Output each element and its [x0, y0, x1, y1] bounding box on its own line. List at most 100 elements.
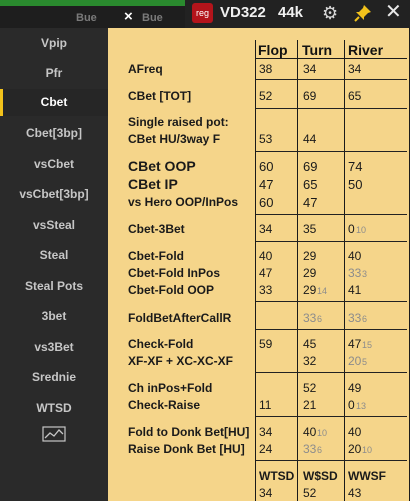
raise-donk-turn: 33 [303, 442, 317, 456]
cbet-fold-oop-river: 41 [348, 283, 362, 297]
check-raise-turn: 21 [303, 398, 317, 412]
row-label-check-fold: Check-Fold [128, 337, 194, 351]
sidebar-item-cbet[interactable]: Cbet [0, 89, 108, 116]
cbet-fold-turn: 29 [303, 249, 317, 263]
cbet-ip-flop: 47 [259, 177, 274, 192]
footer-value-wwsf: 43 [348, 486, 362, 500]
cbet-oop-turn: 69 [303, 159, 318, 174]
cbet-fold-flop: 40 [259, 249, 273, 263]
player-type-badge: reg [192, 3, 213, 23]
row-separator [256, 151, 407, 152]
background-tab: Bue [76, 12, 97, 24]
sidebar-item-vscbet-3bp[interactable]: vsCbet[3bp] [0, 187, 108, 201]
row-separator [256, 214, 407, 215]
xf-xc-river-sample: 5 [362, 357, 368, 367]
column-divider [255, 40, 256, 501]
header-underline [256, 58, 407, 59]
row-separator [256, 372, 407, 373]
check-fold-river: 47 [348, 337, 362, 351]
row-separator [256, 460, 407, 461]
ch-inpos-fold-turn: 52 [303, 381, 317, 395]
background-close-icon: × [124, 8, 133, 25]
sidebar-item-pfr[interactable]: Pfr [0, 66, 108, 80]
cbet-3bet-flop: 34 [259, 222, 273, 236]
sidebar-item-cbet-3bp[interactable]: Cbet[3bp] [0, 126, 108, 140]
cbet-tot-flop: 52 [259, 89, 273, 103]
xf-xc-turn: 32 [303, 354, 317, 368]
line-chart-icon[interactable] [42, 426, 66, 442]
row-separator [256, 416, 407, 417]
foldbet-river-sample: 6 [362, 314, 368, 324]
row-separator [256, 329, 407, 330]
cbet-fold-oop-flop: 33 [259, 283, 273, 297]
row-separator [256, 241, 407, 242]
row-label-ch-inpos-fold: Ch inPos+Fold [128, 381, 213, 395]
row-label-xf-xc: XF-XF + XC-XC-XF [128, 354, 234, 368]
cbet-fold-oop-turn-sample: 14 [317, 286, 328, 296]
row-separator [256, 108, 407, 109]
xf-xc-river: 20 [348, 354, 362, 368]
check-raise-river: 0 [348, 398, 355, 412]
row-separator [256, 79, 407, 80]
cbet-hu3-flop: 53 [259, 132, 273, 146]
row-label-cbet-fold: Cbet-Fold [128, 249, 184, 263]
cbet-hu3-turn: 44 [303, 132, 317, 146]
foldbet-river: 33 [348, 311, 362, 325]
afreq-river: 34 [348, 62, 362, 76]
row-label-cbet-ip: CBet IP [128, 176, 178, 192]
cbet-3bet-river-sample: 10 [356, 225, 367, 235]
cbet-3bet-river: 0 [348, 222, 355, 236]
raise-donk-river: 20 [348, 442, 362, 456]
raise-donk-flop: 24 [259, 442, 273, 456]
ch-inpos-fold-river: 49 [348, 381, 362, 395]
sidebar: Vpip Pfr Cbet Cbet[3bp] vsCbet vsCbet[3b… [0, 28, 108, 501]
column-divider [297, 40, 298, 501]
close-icon[interactable]: ✕ [385, 1, 402, 23]
check-fold-river-sample: 15 [362, 340, 373, 350]
foldbet-turn-sample: 6 [317, 314, 323, 324]
column-divider [344, 40, 345, 501]
row-label-cbet-oop: CBet OOP [128, 158, 196, 174]
row-label-foldbet: FoldBetAfterCallR [128, 311, 232, 325]
check-fold-turn: 45 [303, 337, 317, 351]
fold-donk-turn-sample: 10 [317, 428, 328, 438]
column-header-river: River [348, 42, 384, 58]
sidebar-active-indicator [0, 89, 3, 116]
sidebar-item-vs3bet[interactable]: vs3Bet [0, 340, 108, 354]
sidebar-item-steal-pots[interactable]: Steal Pots [0, 279, 108, 293]
row-label-cbet-3bet: Cbet-3Bet [128, 222, 185, 236]
afreq-turn: 34 [303, 62, 317, 76]
row-label-check-raise: Check-Raise [128, 398, 201, 412]
cbet-fold-inpos-flop: 47 [259, 266, 273, 280]
cbet-fold-river: 40 [348, 249, 362, 263]
sidebar-item-vssteal[interactable]: vsSteal [0, 218, 108, 232]
row-label-afreq: AFreq [128, 62, 163, 76]
sidebar-item-vpip[interactable]: Vpip [0, 36, 108, 50]
afreq-flop: 38 [259, 62, 273, 76]
cbet-fold-inpos-turn: 29 [303, 266, 317, 280]
sidebar-item-wtsd[interactable]: WTSD [0, 401, 108, 415]
cbet-tot-river: 65 [348, 89, 362, 103]
sidebar-item-srednie[interactable]: Srednie [0, 370, 108, 384]
footer-header-wtsd: WTSD [259, 469, 295, 483]
cbet-ip-turn: 65 [303, 177, 318, 192]
fold-donk-turn: 40 [303, 425, 317, 439]
row-label-cbet-tot: CBet [TOT] [128, 89, 192, 103]
check-raise-river-sample: 13 [356, 401, 367, 411]
vs-hero-flop: 60 [259, 195, 274, 210]
stats-panel: Flop Turn River AFreq 38 34 34 CBet [TOT… [108, 28, 409, 501]
sidebar-item-3bet[interactable]: 3bet [0, 309, 108, 323]
row-label-single-raised: Single raised pot: [128, 115, 229, 129]
pin-icon[interactable] [353, 3, 373, 23]
sidebar-item-steal[interactable]: Steal [0, 248, 108, 262]
column-header-turn: Turn [302, 42, 333, 58]
row-label-cbet-fold-inpos: Cbet-Fold InPos [128, 266, 220, 280]
raise-donk-turn-sample: 6 [317, 445, 323, 455]
footer-value-wsd: 52 [303, 486, 317, 500]
row-separator [256, 301, 407, 302]
cbet-3bet-turn: 35 [303, 222, 317, 236]
sidebar-item-vscbet[interactable]: vsCbet [0, 157, 108, 171]
hand-count: 44k [278, 4, 304, 21]
row-label-raise-donk: Raise Donk Bet [HU] [128, 442, 245, 456]
gear-icon[interactable]: ⚙ [322, 3, 338, 23]
